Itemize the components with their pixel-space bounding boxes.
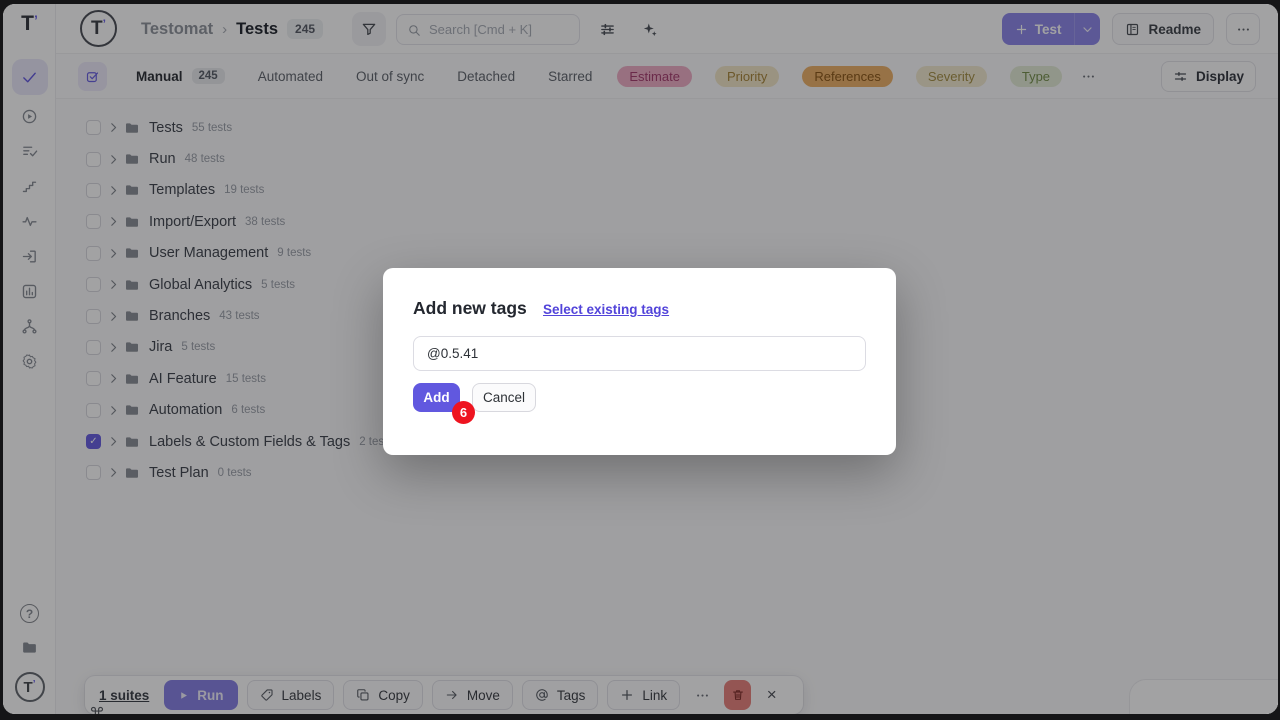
modal-title: Add new tags xyxy=(413,298,527,319)
add-tags-modal: Add new tags Select existing tags Add Ca… xyxy=(383,268,896,455)
tag-input[interactable] xyxy=(413,336,866,371)
select-existing-tags-link[interactable]: Select existing tags xyxy=(543,302,669,317)
cancel-button[interactable]: Cancel xyxy=(472,383,536,412)
tutorial-step-badge: 6 xyxy=(452,401,475,424)
